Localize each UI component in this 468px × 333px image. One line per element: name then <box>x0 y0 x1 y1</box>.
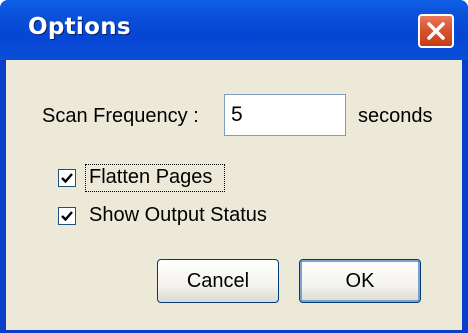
show-output-status-checkbox[interactable] <box>58 207 76 225</box>
dialog-title: Options <box>28 14 131 40</box>
flatten-pages-checkbox[interactable] <box>58 169 76 187</box>
show-output-status-label[interactable]: Show Output Status <box>89 204 267 227</box>
options-dialog: Options Scan Frequency : seconds Flatten… <box>0 0 468 333</box>
scan-frequency-label: Scan Frequency : <box>42 105 199 127</box>
seconds-unit-label: seconds <box>358 105 433 127</box>
dialog-body: Scan Frequency : seconds Flatten Pages S… <box>6 60 462 330</box>
scan-frequency-input[interactable] <box>224 94 346 136</box>
close-icon <box>427 22 445 40</box>
checkmark-icon <box>61 173 73 184</box>
flatten-pages-label[interactable]: Flatten Pages <box>89 166 212 189</box>
close-button[interactable] <box>418 14 454 48</box>
cancel-button[interactable]: Cancel <box>157 259 279 303</box>
checkmark-icon <box>61 211 73 222</box>
title-bar[interactable]: Options <box>0 0 468 60</box>
ok-button[interactable]: OK <box>299 259 421 303</box>
